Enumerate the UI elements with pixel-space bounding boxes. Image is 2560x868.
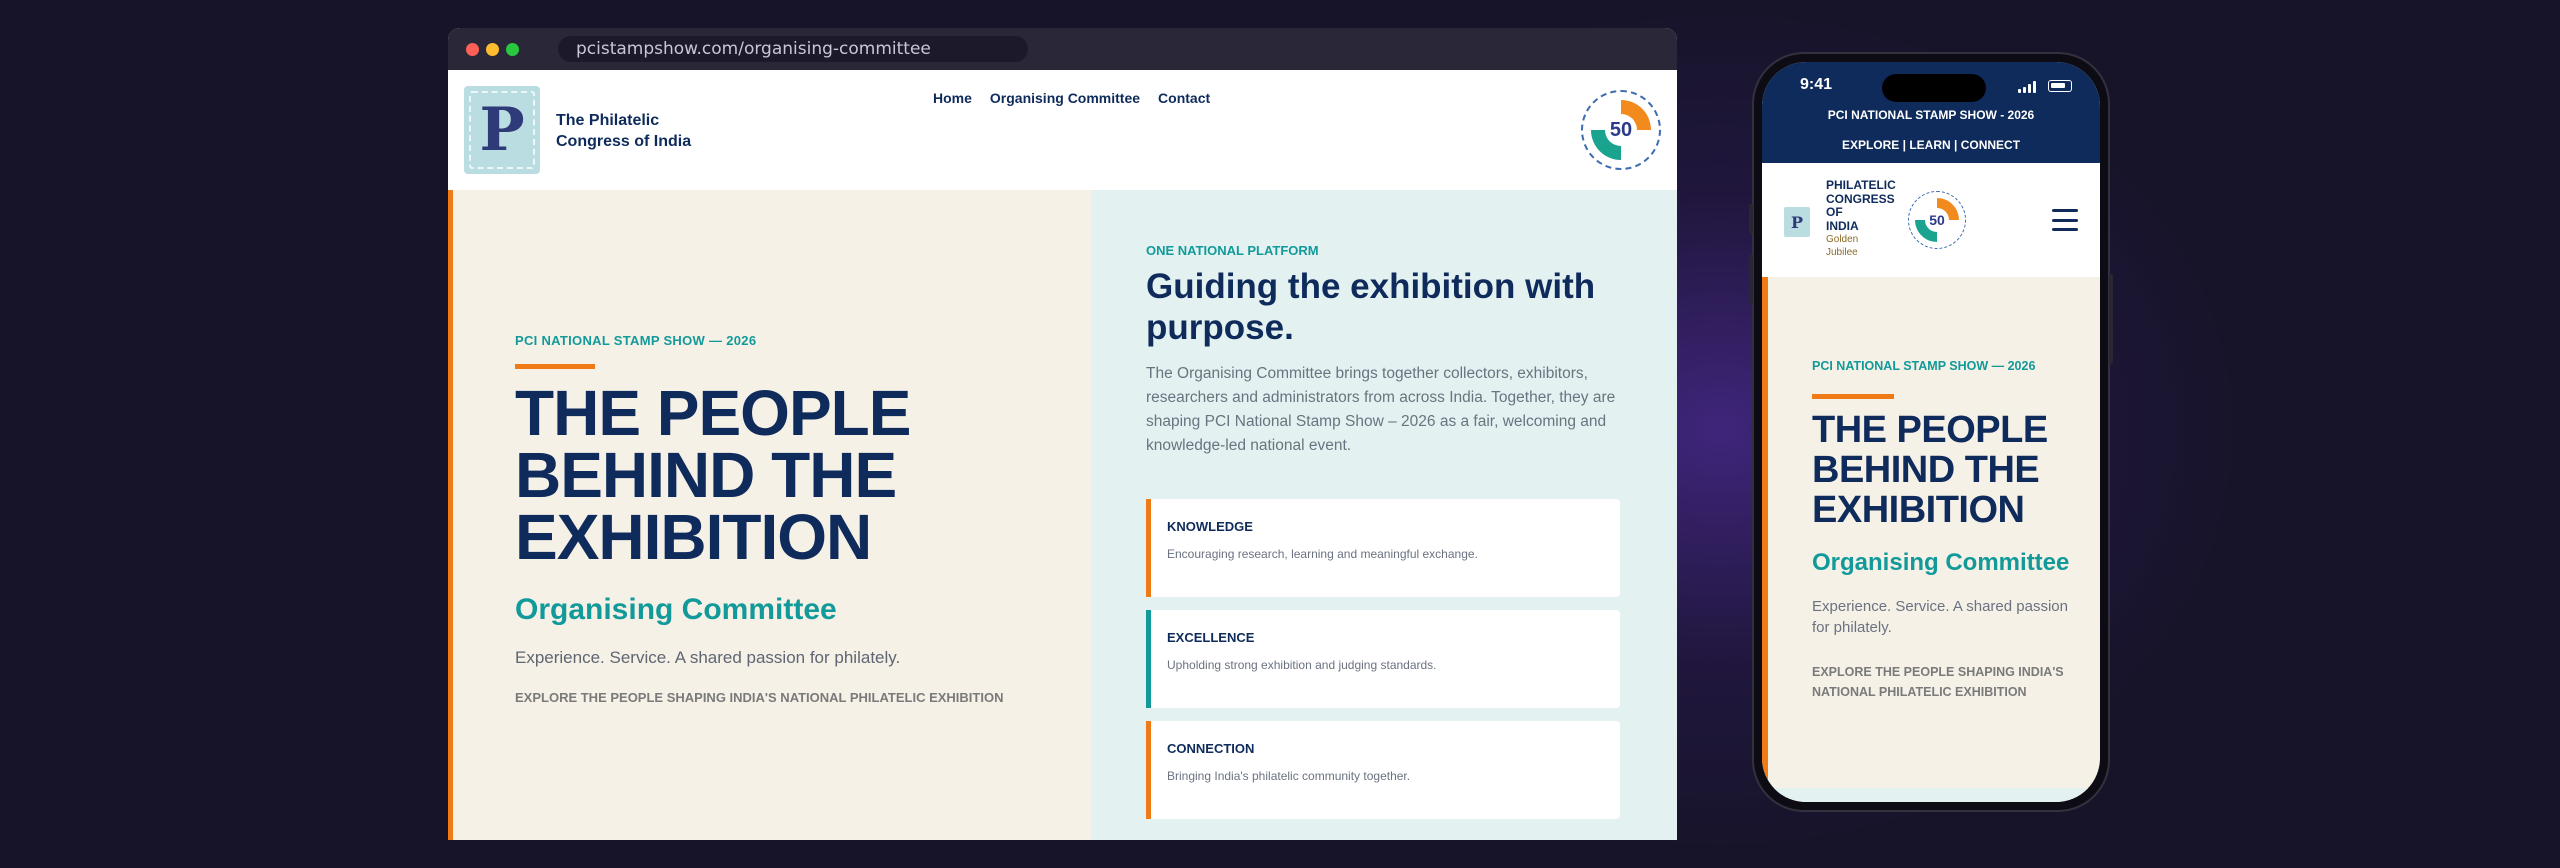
status-bar: 9:41 [1762,62,2100,108]
brand-name[interactable]: The Philatelic Congress of India [556,110,716,152]
hero-title: THE PEOPLE BEHIND THE EXHIBITION [1812,409,2048,531]
hamburger-menu-icon[interactable] [2052,209,2078,231]
close-window-button[interactable] [466,43,479,56]
golden-jubilee-emblem-icon: 50 [1908,191,1966,249]
card-accent-bar [1146,499,1151,597]
mobile-brand[interactable]: PHILATELIC CONGRESS OF INDIA Golden Jubi… [1826,178,1906,259]
next-section-peek [1768,788,2100,802]
platform-title: Guiding the exhibition with purpose. [1146,267,1596,347]
mobile-hero: PCI NATIONAL STAMP SHOW — 2026 THE PEOPL… [1762,277,2100,802]
nav-contact[interactable]: Contact [1158,90,1210,106]
hero-eyebrow: PCI NATIONAL STAMP SHOW — 2026 [1812,359,2036,373]
minimize-window-button[interactable] [486,43,499,56]
card-title: KNOWLEDGE [1167,519,1253,534]
browser-chrome: pcistampshow.com/organising-committee [448,28,1677,70]
card-connection: CONNECTION Bringing India's philatelic c… [1146,721,1620,819]
phone-mockup: 9:41 PCI NATIONAL STAMP SHOW - 2026 EXPL… [1749,52,2113,812]
site-header: P The Philatelic Congress of India Home … [448,70,1677,190]
card-title: CONNECTION [1167,741,1255,756]
hero-eyebrow: PCI NATIONAL STAMP SHOW — 2026 [515,333,757,348]
nav-home[interactable]: Home [933,90,972,106]
accent-rule [515,364,595,369]
platform-body: The Organising Committee brings together… [1146,365,1616,454]
mobile-header: P PHILATELIC CONGRESS OF INDIA Golden Ju… [1762,163,2100,277]
dynamic-island [1882,74,1986,102]
pci-logo-icon[interactable]: P [1784,207,1810,237]
card-title: EXCELLENCE [1167,630,1255,645]
hero-subtitle: Organising Committee [515,593,837,626]
pci-logo-icon[interactable]: P [464,86,540,174]
battery-icon [2048,80,2072,92]
hero-cta[interactable]: EXPLORE THE PEOPLE SHAPING INDIA'S NATIO… [515,690,1003,705]
hero-tagline: Experience. Service. A shared passion fo… [515,648,901,667]
announcement-bar: PCI NATIONAL STAMP SHOW - 2026 EXPLORE |… [1762,108,2100,163]
hero-section: PCI NATIONAL STAMP SHOW — 2026 THE PEOPL… [448,190,1091,840]
phone-volume-up [1749,254,1753,304]
accent-rule [1812,394,1894,399]
golden-jubilee-emblem-icon: 50 [1581,90,1661,170]
phone-side-button [1749,204,1753,234]
signal-icon [2018,81,2040,93]
card-accent-bar [1146,721,1151,819]
announcement-links[interactable]: EXPLORE | LEARN | CONNECT [1762,138,2100,152]
card-excellence: EXCELLENCE Upholding strong exhibition a… [1146,610,1620,708]
phone-screen: 9:41 PCI NATIONAL STAMP SHOW - 2026 EXPL… [1762,62,2100,802]
card-description: Encouraging research, learning and meani… [1167,547,1478,561]
card-accent-bar [1146,610,1151,708]
card-description: Upholding strong exhibition and judging … [1167,658,1437,672]
status-time: 9:41 [1800,76,1833,93]
card-description: Bringing India's philatelic community to… [1167,769,1411,783]
hero-tagline: Experience. Service. A shared passion fo… [1812,598,2068,636]
platform-eyebrow: ONE NATIONAL PLATFORM [1146,243,1319,258]
nav-organising-committee[interactable]: Organising Committee [990,90,1140,106]
brand-line-2: Congress of India [556,133,692,150]
browser-window: pcistampshow.com/organising-committee P … [448,28,1677,840]
address-bar[interactable]: pcistampshow.com/organising-committee [558,36,1028,62]
hero-title: THE PEOPLE BEHIND THE EXHIBITION [515,377,911,573]
page-main: PCI NATIONAL STAMP SHOW — 2026 THE PEOPL… [448,190,1677,840]
card-knowledge: KNOWLEDGE Encouraging research, learning… [1146,499,1620,597]
hero-cta[interactable]: EXPLORE THE PEOPLE SHAPING INDIA'S NATIO… [1812,662,2082,702]
hero-subtitle: Organising Committee [1812,549,2070,576]
main-nav: Home Organising Committee Contact [933,90,1210,106]
brand-line-1: The Philatelic [556,112,660,129]
announcement-title: PCI NATIONAL STAMP SHOW - 2026 [1827,108,2035,122]
maximize-window-button[interactable] [506,43,519,56]
platform-section: ONE NATIONAL PLATFORM Guiding the exhibi… [1091,190,1677,840]
phone-power-button [2109,274,2113,364]
